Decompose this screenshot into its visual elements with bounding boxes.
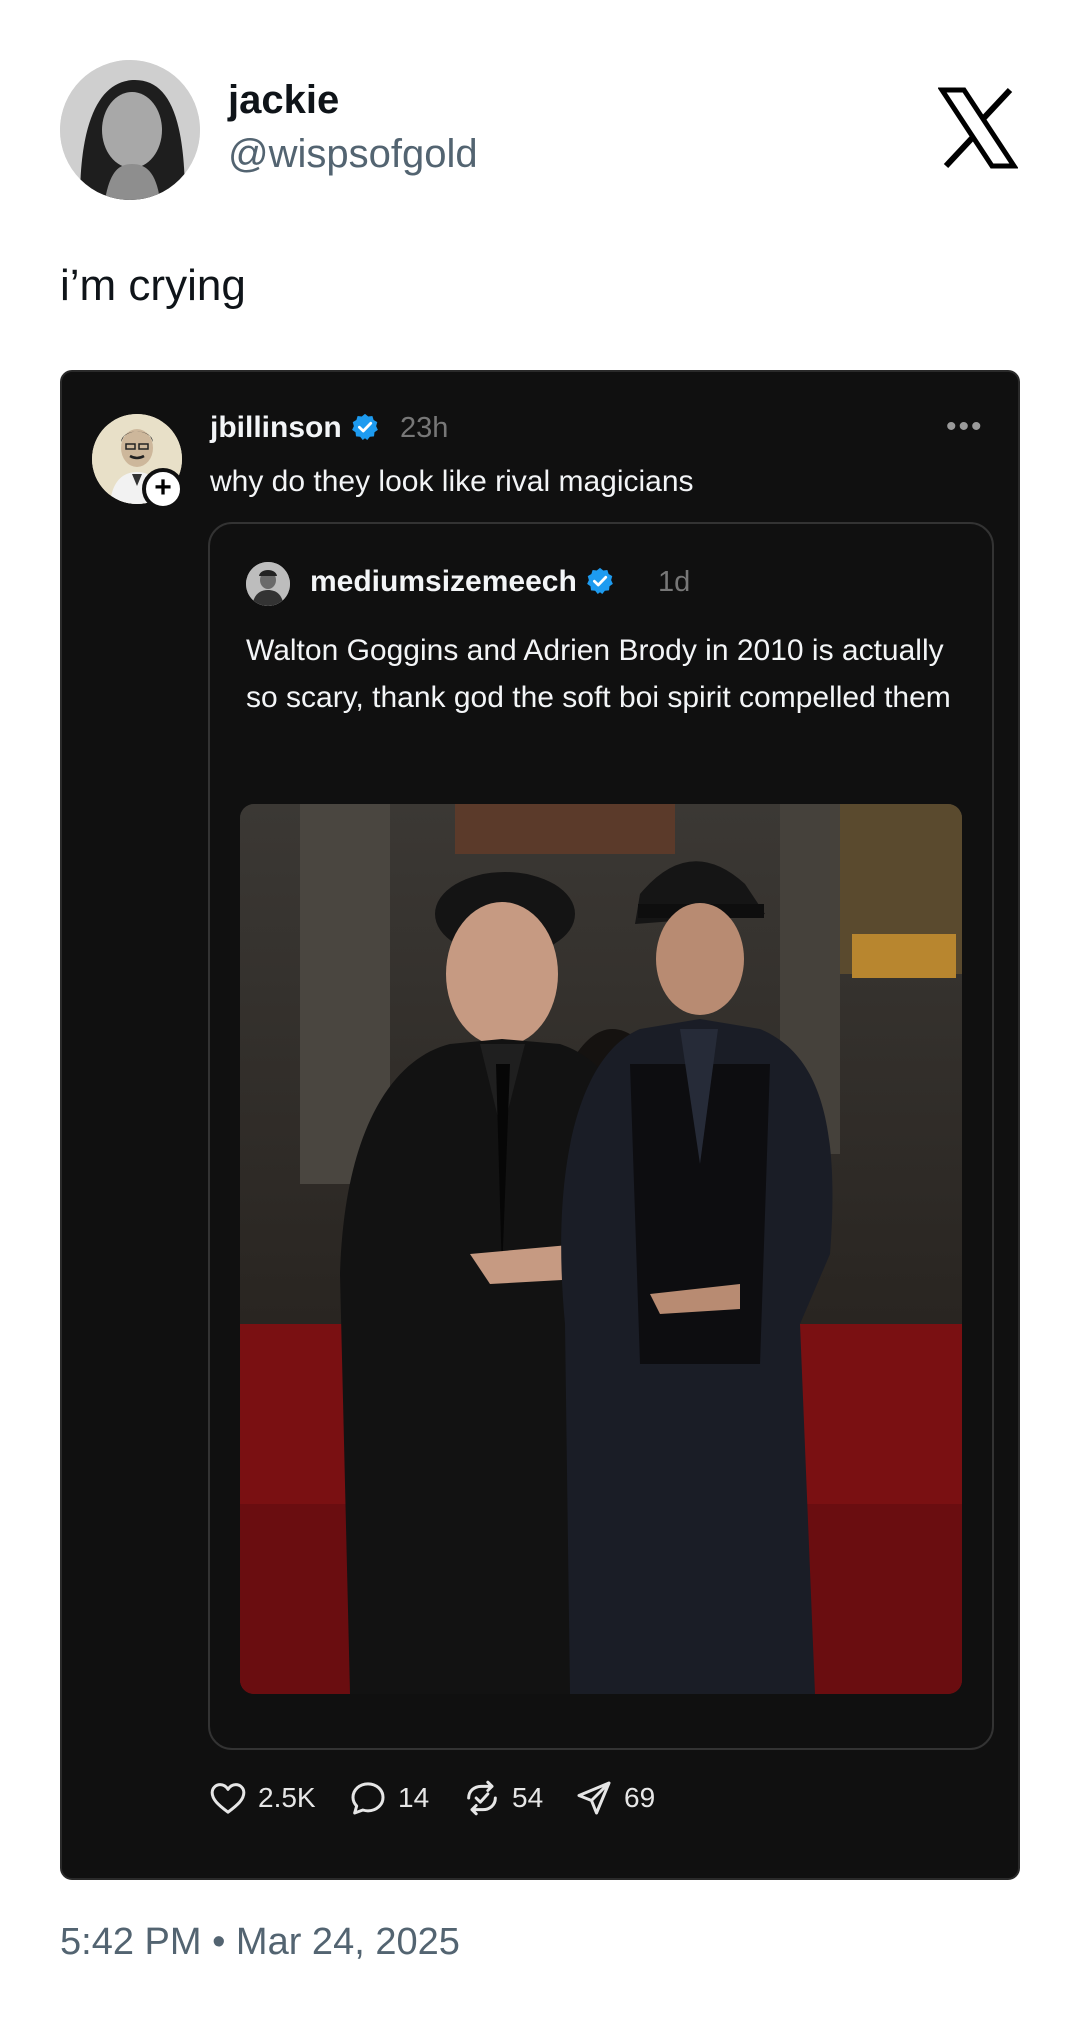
reply-button[interactable]: 14 (348, 1774, 429, 1822)
repost-count: 54 (512, 1782, 544, 1813)
verified-badge-icon (586, 567, 613, 594)
tweet-text: i’m crying (60, 261, 246, 310)
reply-count: 14 (398, 1782, 430, 1813)
quoted-post-card[interactable]: mediumsizemeech 1d Walton Goggins and Ad… (208, 522, 994, 1750)
like-button[interactable]: 2.5K (208, 1774, 316, 1822)
comment-icon (351, 1782, 385, 1815)
send-icon (577, 1781, 611, 1815)
red-carpet-photo (240, 804, 962, 1694)
post-actions-bar: 2.5K 14 54 69 (208, 1774, 908, 1822)
tweet-timestamp[interactable]: 5:42 PM • Mar 24, 2025 (60, 1920, 460, 1966)
quoted-post-time: 1d (658, 566, 691, 598)
quoted-username[interactable]: mediumsizemeech (310, 564, 615, 600)
embedded-post-text: why do they look like rival magicians (210, 465, 694, 498)
embedded-post-card: + jbillinson 23h ••• why do they look li… (60, 370, 1020, 1880)
embedded-post-time: 23h (400, 412, 449, 444)
x-logo-icon[interactable] (938, 86, 1018, 170)
repost-button[interactable]: 54 (462, 1774, 543, 1822)
heart-icon (210, 1783, 246, 1814)
repost-icon (467, 1780, 497, 1816)
more-options-icon[interactable]: ••• (946, 412, 984, 442)
embedded-username[interactable]: jbillinson (210, 410, 380, 446)
profile-photo-icon (246, 562, 290, 606)
share-button[interactable]: 69 (574, 1774, 655, 1822)
profile-photo-icon (60, 60, 200, 200)
quoted-author-avatar[interactable] (246, 562, 290, 606)
like-count: 2.5K (258, 1782, 316, 1813)
share-count: 69 (624, 1782, 656, 1813)
author-avatar[interactable] (60, 60, 200, 200)
quoted-post-text: Walton Goggins and Adrien Brody in 2010 … (246, 634, 951, 714)
follow-button[interactable]: + (142, 468, 184, 510)
post-photo[interactable] (240, 804, 962, 1694)
author-handle[interactable]: @wispsofgold (228, 132, 478, 176)
embedded-username-text: jbillinson (210, 411, 342, 444)
quoted-username-text: mediumsizemeech (310, 565, 577, 598)
author-display-name[interactable]: jackie (228, 78, 339, 122)
verified-badge-icon (351, 413, 378, 440)
